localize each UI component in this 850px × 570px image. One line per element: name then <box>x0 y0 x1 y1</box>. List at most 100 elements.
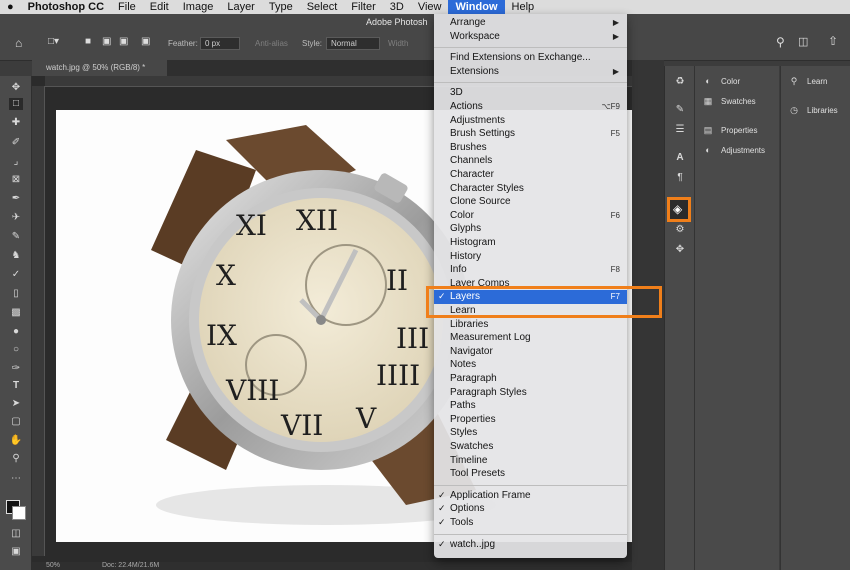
apple-menu-icon[interactable]: ● <box>0 0 21 14</box>
menu-window[interactable]: Window <box>448 0 505 14</box>
window-menu-item-libraries[interactable]: Libraries <box>434 318 627 332</box>
window-menu-item-notes[interactable]: Notes <box>434 358 627 372</box>
history-panel-icon[interactable]: ♻ <box>673 76 687 88</box>
window-menu-item-info[interactable]: Info F8 <box>434 263 627 277</box>
channels-panel-icon[interactable]: ⚙ <box>673 224 687 236</box>
path-selection-tool-icon[interactable]: ➤ <box>9 398 23 410</box>
window-menu-item-tools[interactable]: ✓ Tools <box>434 516 627 530</box>
window-menu-item-timeline[interactable]: Timeline <box>434 454 627 468</box>
paths-panel-icon[interactable]: ✥ <box>673 244 687 256</box>
add-selection-icon[interactable]: ▣ <box>102 36 111 47</box>
home-icon[interactable]: ⌂ <box>15 36 22 50</box>
panel-learn[interactable]: Learn <box>807 77 827 86</box>
window-menu-item-character[interactable]: Character <box>434 168 627 182</box>
window-menu-item-adjustments[interactable]: Adjustments <box>434 114 627 128</box>
panel-swatches[interactable]: Swatches <box>721 97 756 106</box>
panel-color[interactable]: Color <box>721 77 740 86</box>
more-tools-icon[interactable]: ⋯ <box>9 473 23 485</box>
background-color-swatch[interactable] <box>12 506 26 520</box>
menu-file[interactable]: File <box>111 0 143 14</box>
workspace-icon[interactable]: ◫ <box>798 35 808 48</box>
window-menu-item-measurement-log[interactable]: Measurement Log <box>434 331 627 345</box>
eyedropper-tool-icon[interactable]: ✒ <box>9 193 23 205</box>
window-menu-item-brush-settings[interactable]: Brush Settings F5 <box>434 127 627 141</box>
panel-libraries[interactable]: Libraries <box>807 106 838 115</box>
menu-help[interactable]: Help <box>505 0 542 14</box>
type-tool-icon[interactable]: T <box>9 380 23 392</box>
frame-tool-icon[interactable]: ⊠ <box>9 174 23 186</box>
menu-filter[interactable]: Filter <box>344 0 382 14</box>
window-menu-item-actions[interactable]: Actions ⌥F9 <box>434 100 627 114</box>
layers-panel-button[interactable]: ◈ <box>667 197 691 222</box>
window-menu-item-channels[interactable]: Channels <box>434 154 627 168</box>
paragraph-panel-icon[interactable]: ¶ <box>673 172 687 184</box>
menu-view[interactable]: View <box>411 0 449 14</box>
menu-3d[interactable]: 3D <box>383 0 411 14</box>
marquee-preset-icon[interactable]: □▾ <box>48 36 59 47</box>
window-menu-item-workspace[interactable]: Workspace ▶ <box>434 30 627 44</box>
lasso-tool-icon[interactable]: ✚ <box>9 117 23 129</box>
window-menu-item-3d[interactable]: 3D <box>434 86 627 100</box>
new-selection-icon[interactable]: ■ <box>85 36 91 47</box>
menu-edit[interactable]: Edit <box>143 0 176 14</box>
adjust-panel-icon[interactable]: ☰ <box>673 124 687 136</box>
window-menu-item-histogram[interactable]: Histogram <box>434 236 627 250</box>
search-icon[interactable]: ⚲ <box>776 35 785 49</box>
window-menu-item-paragraph[interactable]: Paragraph <box>434 372 627 386</box>
document-tab[interactable]: watch.jpg @ 50% (RGB/8) * <box>32 60 167 76</box>
clone-stamp-tool-icon[interactable]: ♞ <box>9 250 23 262</box>
window-menu-item-glyphs[interactable]: Glyphs <box>434 222 627 236</box>
window-menu-item-extensions[interactable]: Extensions ▶ <box>434 65 627 79</box>
menu-select[interactable]: Select <box>300 0 345 14</box>
eraser-tool-icon[interactable]: ▯ <box>9 288 23 300</box>
window-menu-item-options[interactable]: ✓ Options <box>434 502 627 516</box>
window-menu-item-styles[interactable]: Styles <box>434 426 627 440</box>
window-menu-item-paragraph-styles[interactable]: Paragraph Styles <box>434 386 627 400</box>
window-menu-item-brushes[interactable]: Brushes <box>434 141 627 155</box>
healing-brush-tool-icon[interactable]: ✈ <box>9 212 23 224</box>
window-menu-item-arrange[interactable]: Arrange ▶ <box>434 16 627 30</box>
menu-image[interactable]: Image <box>176 0 221 14</box>
rectangle-tool-icon[interactable]: ▢ <box>9 416 23 428</box>
move-tool-icon[interactable]: ✥ <box>9 82 23 94</box>
window-menu-item-watch-jpg[interactable]: ✓ watch..jpg <box>434 538 627 552</box>
antialias-checkbox[interactable]: Anti-alias <box>255 39 288 48</box>
window-menu-item-character-styles[interactable]: Character Styles <box>434 182 627 196</box>
screen-mode-icon[interactable]: ▣ <box>9 546 23 558</box>
window-menu-item-swatches[interactable]: Swatches <box>434 440 627 454</box>
app-menu[interactable]: Photoshop CC <box>21 0 111 14</box>
history-brush-tool-icon[interactable]: ✓ <box>9 269 23 281</box>
rectangular-marquee-tool-icon[interactable]: □ <box>9 98 23 110</box>
panel-adjustments[interactable]: Adjustments <box>721 146 765 155</box>
style-select[interactable]: Normal <box>326 37 380 50</box>
window-menu-item-navigator[interactable]: Navigator <box>434 345 627 359</box>
gradient-tool-icon[interactable]: ▩ <box>9 307 23 319</box>
crop-tool-icon[interactable]: ⌟ <box>9 156 23 168</box>
window-menu-item-application-frame[interactable]: ✓ Application Frame <box>434 489 627 503</box>
quick-selection-tool-icon[interactable]: ✐ <box>9 137 23 149</box>
zoom-level[interactable]: 50% <box>46 562 60 569</box>
blur-tool-icon[interactable]: ● <box>9 326 23 338</box>
intersect-selection-icon[interactable]: ▣ <box>141 36 150 47</box>
window-menu-item-tool-presets[interactable]: Tool Presets <box>434 467 627 481</box>
hand-tool-icon[interactable]: ✋ <box>9 435 23 447</box>
pen-tool-icon[interactable]: ✑ <box>9 363 23 375</box>
panel-properties[interactable]: Properties <box>721 126 757 135</box>
quick-mask-icon[interactable]: ◫ <box>9 528 23 540</box>
menu-layer[interactable]: Layer <box>220 0 262 14</box>
window-menu-item-clone-source[interactable]: Clone Source <box>434 195 627 209</box>
brush-settings-panel-icon[interactable]: ✎ <box>673 104 687 116</box>
brush-tool-icon[interactable]: ✎ <box>9 231 23 243</box>
zoom-tool-icon[interactable]: ⚲ <box>9 453 23 465</box>
window-menu-item-find-extensions-on-exchange[interactable]: Find Extensions on Exchange... <box>434 51 627 65</box>
menu-type[interactable]: Type <box>262 0 300 14</box>
share-icon[interactable]: ⇧ <box>828 34 838 48</box>
window-menu-item-properties[interactable]: Properties <box>434 413 627 427</box>
window-menu-item-paths[interactable]: Paths <box>434 399 627 413</box>
window-menu-item-history[interactable]: History <box>434 250 627 264</box>
feather-input[interactable]: 0 px <box>200 37 240 50</box>
character-panel-icon[interactable]: A <box>673 152 687 164</box>
dodge-tool-icon[interactable]: ○ <box>9 344 23 356</box>
window-menu-item-color[interactable]: Color F6 <box>434 209 627 223</box>
subtract-selection-icon[interactable]: ▣ <box>119 36 128 47</box>
